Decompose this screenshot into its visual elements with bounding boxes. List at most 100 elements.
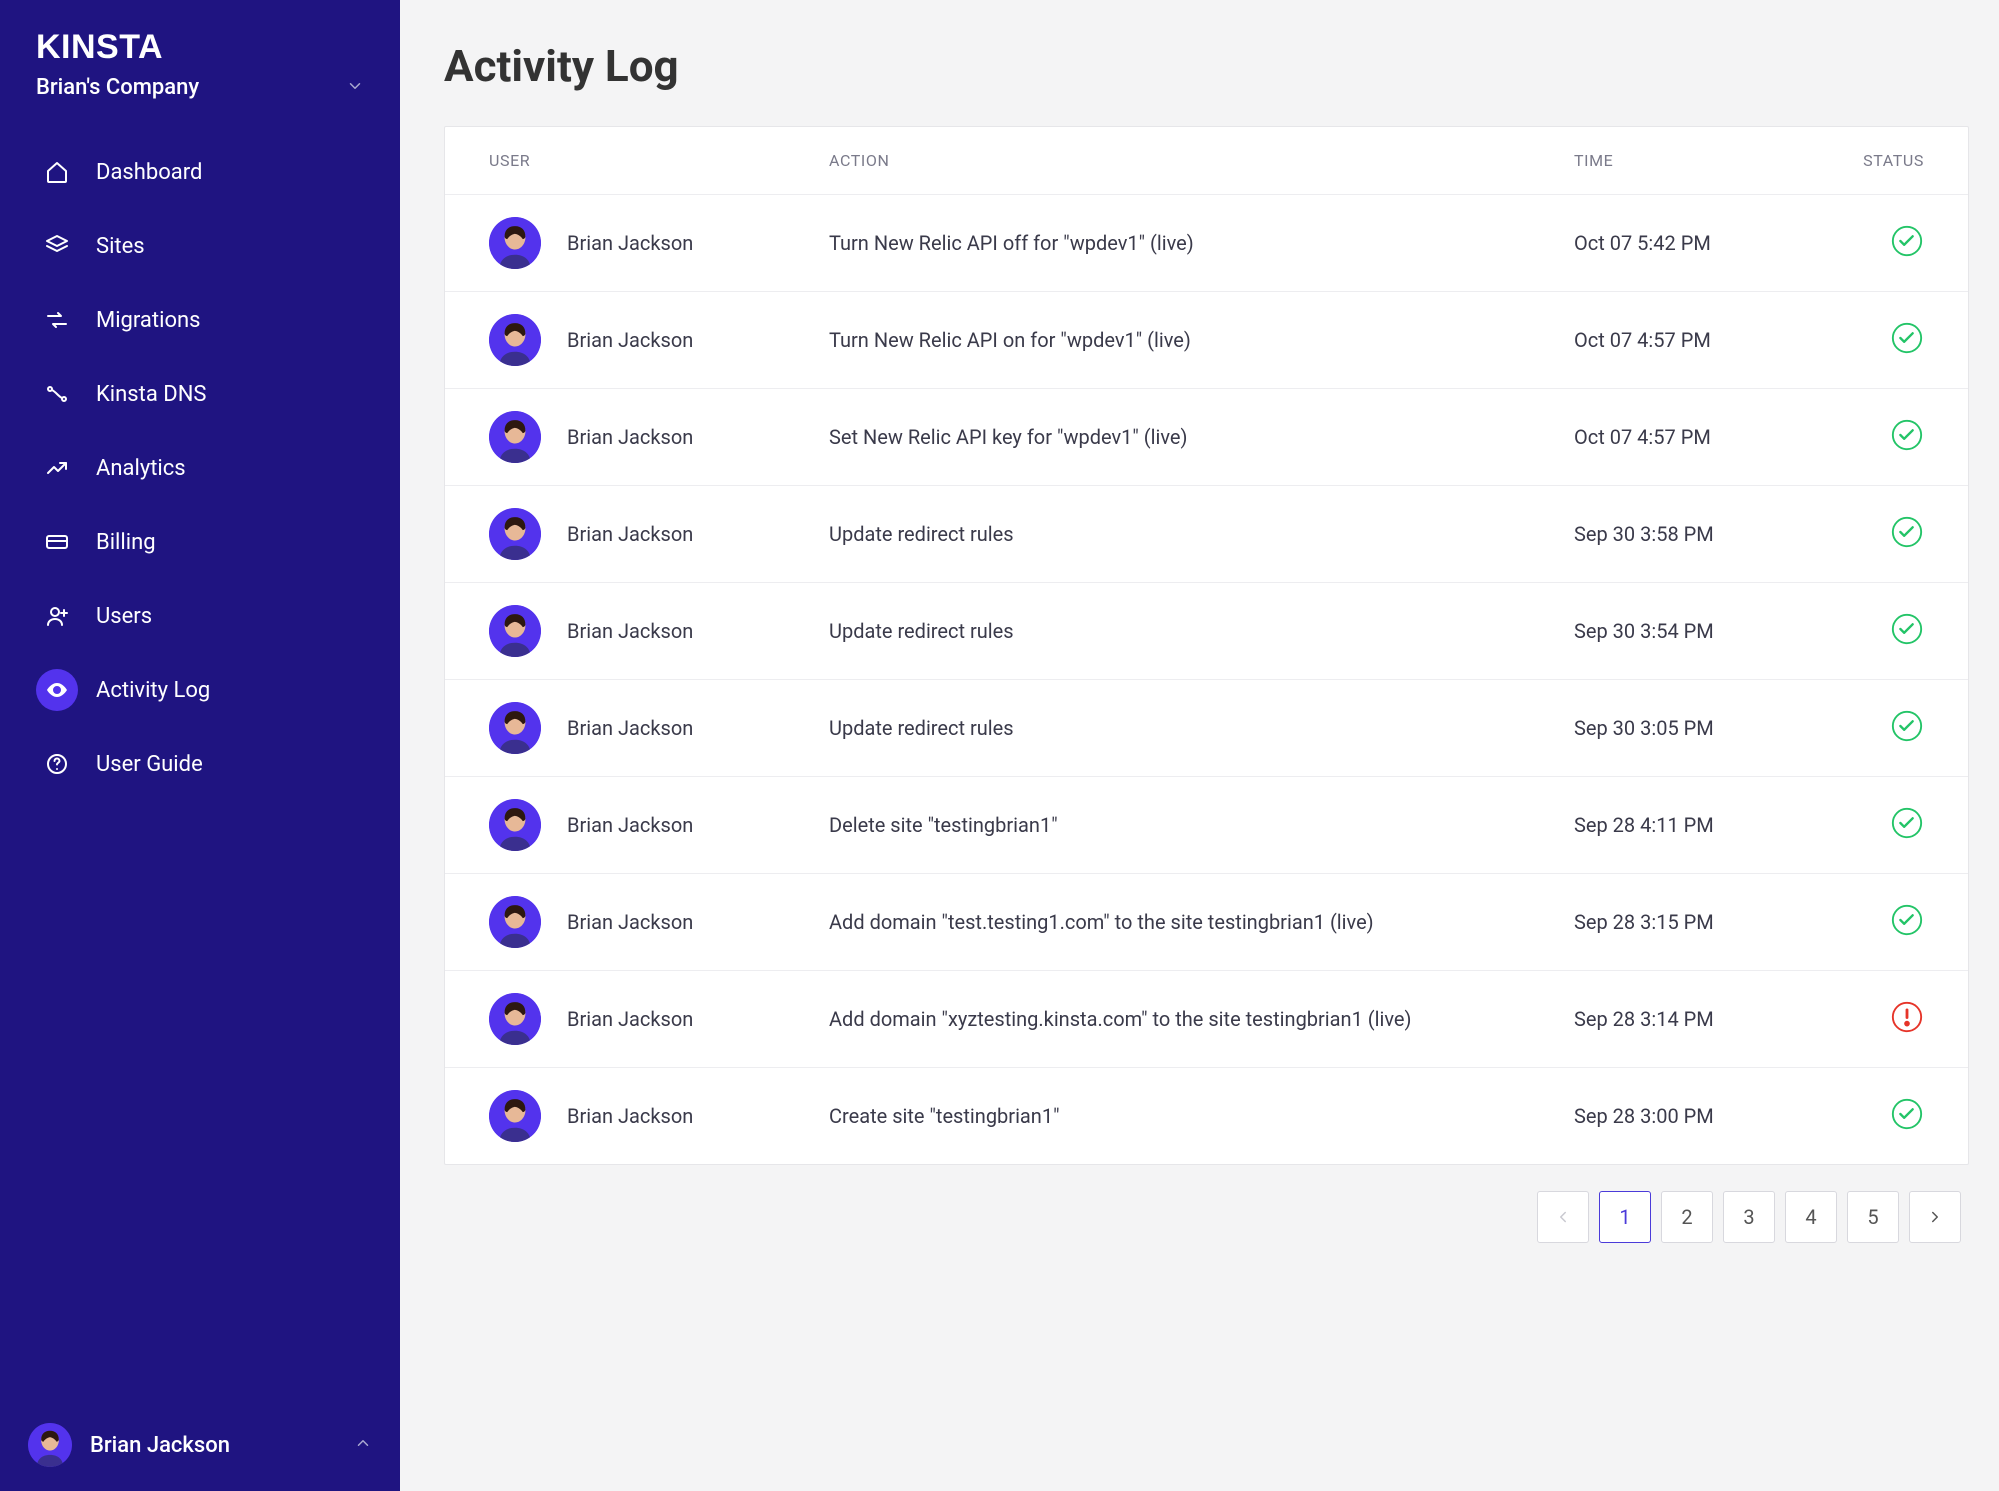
sidebar-item-label: Analytics (96, 456, 186, 481)
cell-user: Brian Jackson (489, 508, 829, 560)
company-selector[interactable]: Brian's Company (0, 75, 400, 136)
sidebar-item-dashboard[interactable]: Dashboard (18, 136, 382, 208)
cell-status (1824, 418, 1924, 457)
cell-user: Brian Jackson (489, 1090, 829, 1142)
cell-status (1824, 515, 1924, 554)
user-menu[interactable]: Brian Jackson (0, 1407, 400, 1467)
table-row: Brian Jackson Update redirect rulesSep 30… (445, 583, 1968, 680)
brand-text: KINSTA (36, 28, 364, 67)
avatar (489, 702, 541, 754)
page-title: Activity Log (444, 40, 1969, 92)
success-icon (1890, 321, 1924, 360)
activity-log-table: USER ACTION TIME STATUS Brian Jackson Tur… (444, 126, 1969, 1165)
avatar (489, 508, 541, 560)
brand-logo: KINSTA (0, 28, 400, 75)
cell-action: Update redirect rules (829, 522, 1574, 546)
sidebar-nav: Dashboard Sites Migrations Kinsta DNS (0, 136, 400, 1407)
sidebar-item-dns[interactable]: Kinsta DNS (18, 358, 382, 430)
cell-time: Oct 07 4:57 PM (1574, 425, 1824, 449)
avatar (489, 1090, 541, 1142)
sidebar-item-label: Users (96, 604, 152, 629)
sidebar-item-user-guide[interactable]: User Guide (18, 728, 382, 800)
table-header: USER ACTION TIME STATUS (445, 127, 1968, 195)
chevron-down-icon (346, 77, 364, 99)
cell-action: Turn New Relic API on for "wpdev1" (live… (829, 328, 1574, 352)
cell-action: Delete site "testingbrian1" (829, 813, 1574, 837)
cell-user: Brian Jackson (489, 993, 829, 1045)
sidebar-item-migrations[interactable]: Migrations (18, 284, 382, 356)
sidebar-item-activity-log[interactable]: Activity Log (18, 654, 382, 726)
user-name: Brian Jackson (567, 716, 693, 740)
cell-status (1824, 903, 1924, 942)
cell-action: Update redirect rules (829, 619, 1574, 643)
user-name: Brian Jackson (567, 425, 693, 449)
cell-status (1824, 806, 1924, 845)
sidebar-item-label: Dashboard (96, 160, 202, 185)
success-icon (1890, 515, 1924, 554)
page-number[interactable]: 3 (1723, 1191, 1775, 1243)
user-name: Brian Jackson (567, 619, 693, 643)
trend-icon (36, 447, 78, 489)
table-row: Brian Jackson Update redirect rulesSep 30… (445, 680, 1968, 777)
success-icon (1890, 418, 1924, 457)
avatar (489, 217, 541, 269)
cell-status (1824, 321, 1924, 360)
success-icon (1890, 1097, 1924, 1136)
cell-user: Brian Jackson (489, 605, 829, 657)
sidebar-item-billing[interactable]: Billing (18, 506, 382, 578)
cell-user: Brian Jackson (489, 702, 829, 754)
avatar (28, 1423, 72, 1467)
cell-user: Brian Jackson (489, 217, 829, 269)
chevron-up-icon (354, 1434, 372, 1456)
page-prev[interactable] (1537, 1191, 1589, 1243)
success-icon (1890, 612, 1924, 651)
sidebar-item-label: Migrations (96, 308, 201, 333)
cell-time: Sep 28 3:14 PM (1574, 1007, 1824, 1031)
table-row: Brian Jackson Delete site "testingbrian1"… (445, 777, 1968, 874)
cell-time: Sep 30 3:05 PM (1574, 716, 1824, 740)
user-name: Brian Jackson (567, 231, 693, 255)
table-row: Brian JacksonAdd domain "test.testing1.c… (445, 874, 1968, 971)
cell-time: Sep 30 3:58 PM (1574, 522, 1824, 546)
page-number[interactable]: 1 (1599, 1191, 1651, 1243)
dns-icon (36, 373, 78, 415)
company-name: Brian's Company (36, 75, 199, 100)
column-header-user: USER (489, 151, 829, 170)
sidebar-item-analytics[interactable]: Analytics (18, 432, 382, 504)
cell-time: Sep 28 3:15 PM (1574, 910, 1824, 934)
table-row: Brian JacksonSet New Relic API key for "… (445, 389, 1968, 486)
card-icon (36, 521, 78, 563)
eye-icon (36, 669, 78, 711)
cell-user: Brian Jackson (489, 411, 829, 463)
home-icon (36, 151, 78, 193)
sidebar-item-users[interactable]: Users (18, 580, 382, 652)
avatar (489, 799, 541, 851)
avatar (489, 993, 541, 1045)
user-name: Brian Jackson (567, 813, 693, 837)
sidebar-item-sites[interactable]: Sites (18, 210, 382, 282)
cell-time: Sep 28 3:00 PM (1574, 1104, 1824, 1128)
user-name: Brian Jackson (567, 522, 693, 546)
cell-action: Update redirect rules (829, 716, 1574, 740)
avatar (489, 411, 541, 463)
cell-action: Add domain "test.testing1.com" to the si… (829, 910, 1574, 934)
cell-time: Oct 07 4:57 PM (1574, 328, 1824, 352)
cell-status (1824, 709, 1924, 748)
pagination: 12345 (444, 1191, 1969, 1243)
cell-time: Sep 28 4:11 PM (1574, 813, 1824, 837)
user-name: Brian Jackson (567, 1007, 693, 1031)
sidebar-item-label: User Guide (96, 752, 203, 777)
cell-time: Sep 30 3:54 PM (1574, 619, 1824, 643)
migrate-icon (36, 299, 78, 341)
error-icon (1890, 1000, 1924, 1039)
page-next[interactable] (1909, 1191, 1961, 1243)
cell-status (1824, 1097, 1924, 1136)
avatar (489, 314, 541, 366)
cell-user: Brian Jackson (489, 896, 829, 948)
page-number[interactable]: 5 (1847, 1191, 1899, 1243)
cell-user: Brian Jackson (489, 799, 829, 851)
cell-time: Oct 07 5:42 PM (1574, 231, 1824, 255)
page-number[interactable]: 4 (1785, 1191, 1837, 1243)
sidebar-item-label: Billing (96, 530, 156, 555)
page-number[interactable]: 2 (1661, 1191, 1713, 1243)
